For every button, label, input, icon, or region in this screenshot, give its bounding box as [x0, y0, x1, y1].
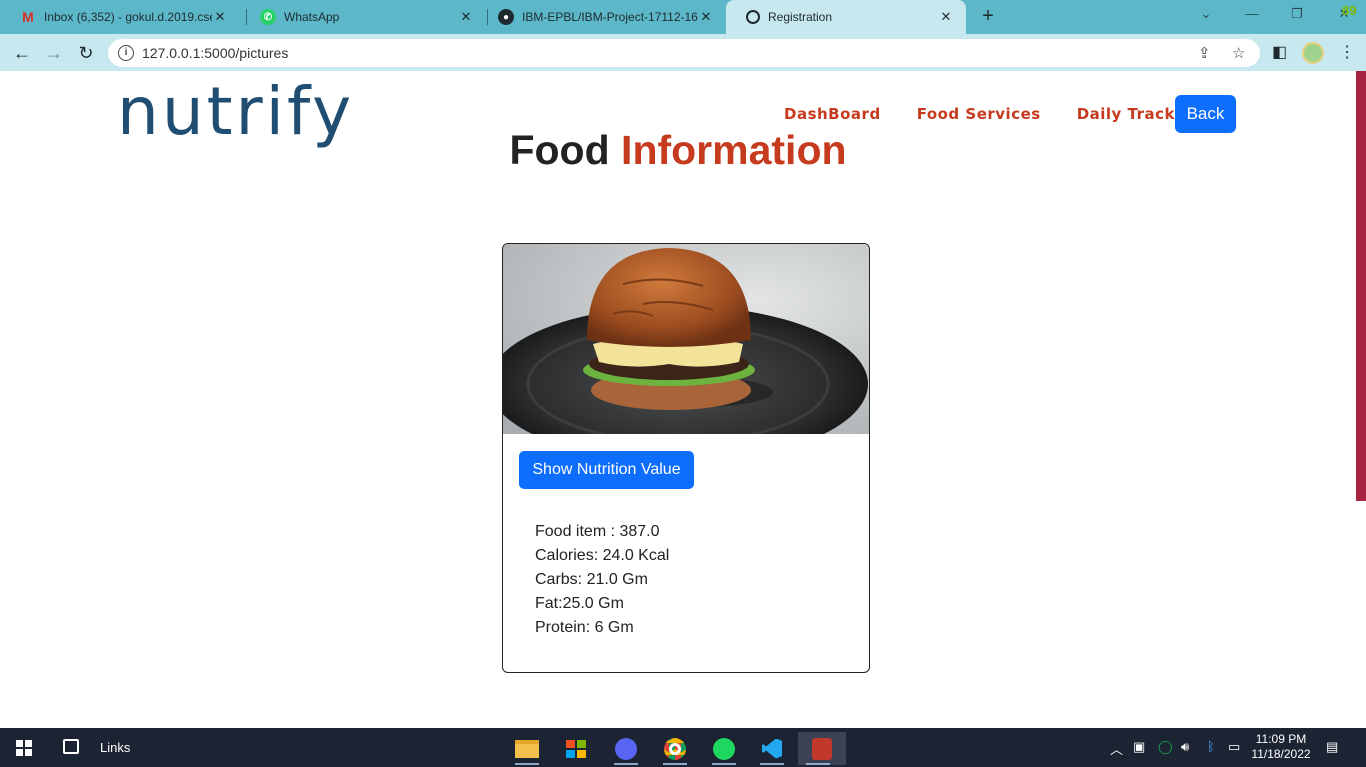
forward-arrow-icon[interactable]: →	[41, 40, 67, 66]
nutrition-food-item: Food item : 387.0	[535, 523, 660, 540]
notification-icon[interactable]: ▤	[1326, 739, 1338, 755]
clock-time: 11:09 PM	[1255, 732, 1307, 746]
nav-food-services[interactable]: Food Services	[917, 105, 1041, 123]
tab-strip: M Inbox (6,352) - gokul.d.2019.cse@ ✕ ✆ …	[0, 0, 1366, 34]
profile-avatar[interactable]	[1302, 42, 1324, 64]
reload-icon[interactable]: ↻	[73, 40, 99, 66]
network-icon[interactable]: ▭	[1228, 739, 1240, 755]
page-title: Food Information	[0, 127, 1356, 174]
nav-dashboard[interactable]: DashBoard	[784, 105, 881, 123]
restore-icon[interactable]: ❐	[1287, 6, 1307, 26]
system-clock[interactable]: 11:09 PM 11/18/2022	[1248, 732, 1314, 762]
tab-github[interactable]: ● IBM-EPBL/IBM-Project-17112-16 ✕	[478, 0, 726, 34]
main-nav: DashBoard Food Services Daily Track	[784, 105, 1175, 123]
nutrition-carbs: Carbs: 21.0 Gm	[535, 571, 648, 588]
close-icon[interactable]: ✕	[458, 9, 474, 25]
file-explorer-icon[interactable]	[507, 732, 547, 765]
new-tab-button[interactable]: +	[976, 5, 1000, 29]
tray-app-icon[interactable]: ▣	[1133, 739, 1145, 755]
tab-title: Inbox (6,352) - gokul.d.2019.cse@	[44, 10, 212, 24]
volume-icon[interactable]: 🔊︎	[1181, 739, 1189, 755]
tray-status-icon[interactable]: ◯	[1158, 739, 1173, 755]
page-title-part1: Food	[509, 127, 610, 173]
page-content: nutrify DashBoard Food Services Daily Tr…	[0, 71, 1356, 728]
tab-gmail[interactable]: M Inbox (6,352) - gokul.d.2019.cse@ ✕	[0, 0, 240, 34]
food-card: Show Nutrition Value Food item : 387.0 C…	[502, 243, 870, 673]
nutrition-protein: Protein: 6 Gm	[535, 619, 634, 636]
address-bar[interactable]: i 127.0.0.1:5000/pictures ⇪ ☆	[108, 39, 1260, 67]
bookmark-star-icon[interactable]: ☆	[1232, 44, 1245, 62]
tab-registration[interactable]: Registration ✕	[726, 0, 966, 34]
task-view-icon[interactable]	[63, 739, 79, 754]
show-nutrition-button[interactable]: Show Nutrition Value	[519, 451, 694, 489]
page-title-accent: Information	[621, 127, 847, 173]
close-icon[interactable]: ✕	[212, 9, 228, 25]
gmail-icon: M	[22, 9, 34, 25]
vscode-icon[interactable]	[752, 732, 792, 765]
browser-toolbar: ← → ↻ i 127.0.0.1:5000/pictures ⇪ ☆ ◧ ⋮	[0, 34, 1366, 71]
close-icon[interactable]: ✕	[698, 9, 714, 25]
site-info-icon[interactable]: i	[118, 45, 134, 61]
tab-title: IBM-EPBL/IBM-Project-17112-16	[522, 10, 698, 24]
discord-icon[interactable]	[606, 732, 646, 765]
spotify-icon[interactable]	[704, 732, 744, 765]
tab-title: WhatsApp	[284, 10, 340, 24]
share-icon[interactable]: ⇪	[1198, 44, 1211, 62]
page-scrollbar[interactable]	[1356, 71, 1366, 728]
back-arrow-icon[interactable]: ←	[9, 40, 35, 66]
nutrition-list: Food item : 387.0 Calories: 24.0 Kcal Ca…	[535, 522, 669, 642]
side-panel-icon[interactable]: ◧	[1272, 42, 1287, 62]
links-toolbar[interactable]: Links	[100, 740, 130, 755]
git-gui-icon[interactable]	[798, 732, 846, 765]
globe-icon	[746, 10, 760, 24]
store-icon[interactable]	[556, 732, 596, 765]
scrollbar-thumb[interactable]	[1356, 71, 1366, 501]
clock-date: 11/18/2022	[1251, 747, 1311, 761]
github-icon: ●	[498, 9, 514, 25]
whatsapp-icon: ✆	[260, 9, 276, 25]
url-text[interactable]: 127.0.0.1:5000/pictures	[142, 45, 288, 61]
tray-chevron-icon[interactable]: ︿	[1110, 739, 1123, 758]
nutrition-calories: Calories: 24.0 Kcal	[535, 547, 670, 564]
windows-taskbar: Links ︿ ▣ ◯ 🔊︎ ᛒ ▭ 11:09 PM 11/18/2022 ▤	[0, 728, 1366, 767]
nav-daily-track[interactable]: Daily Track	[1077, 105, 1175, 123]
nutrition-fat: Fat:25.0 Gm	[535, 595, 624, 612]
close-icon[interactable]: ✕	[938, 9, 954, 25]
tab-whatsapp[interactable]: ✆ WhatsApp ✕	[240, 0, 486, 34]
chrome-icon[interactable]	[655, 732, 695, 765]
minimize-icon[interactable]: —	[1242, 6, 1262, 26]
windows-start-icon[interactable]	[16, 740, 32, 756]
bluetooth-icon[interactable]: ᛒ	[1207, 739, 1215, 754]
burger-photo	[503, 244, 869, 434]
menu-dots-icon[interactable]: ⋮	[1339, 42, 1355, 62]
badge-count: 89	[1342, 3, 1357, 18]
tab-search-icon[interactable]: ⌄	[1196, 6, 1216, 26]
tab-title: Registration	[768, 10, 833, 24]
